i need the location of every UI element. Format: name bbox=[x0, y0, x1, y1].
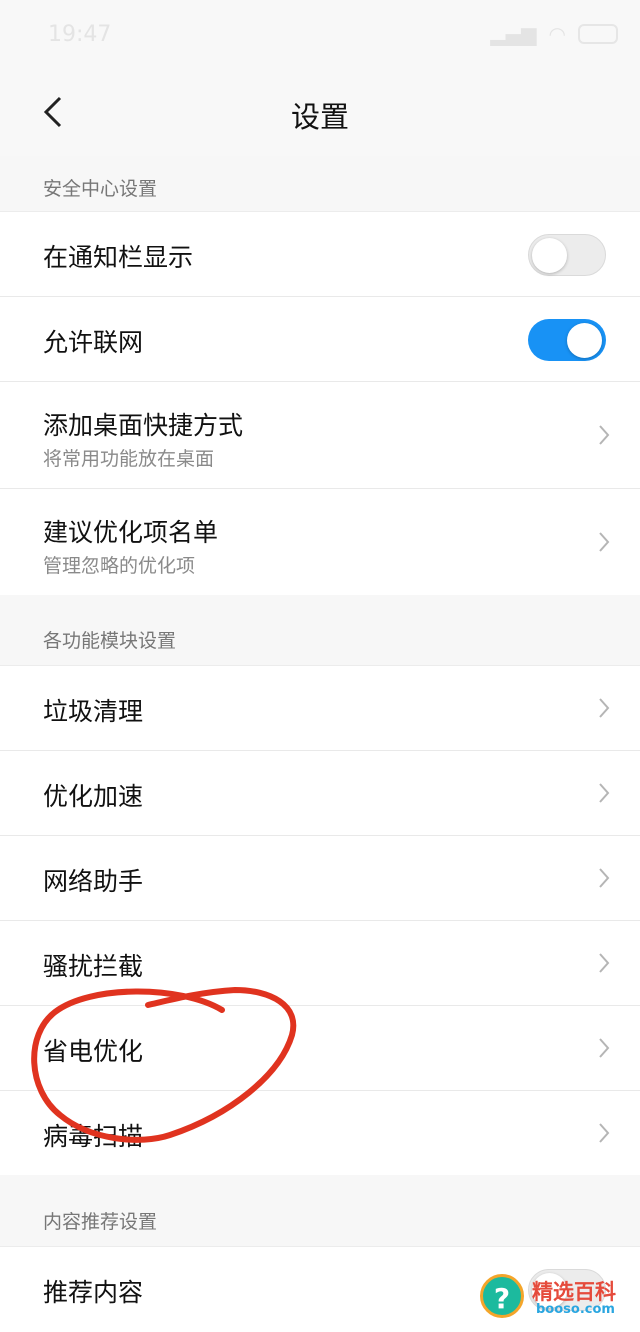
row-label: 省电优化 bbox=[43, 1037, 144, 1066]
network-toggle[interactable] bbox=[528, 319, 606, 361]
row-label: 优化加速 bbox=[43, 782, 144, 811]
chevron-right-icon bbox=[599, 425, 610, 445]
row-battery-saver[interactable]: 省电优化 bbox=[0, 1005, 640, 1090]
row-virus-scan[interactable]: 病毒扫描 bbox=[0, 1090, 640, 1175]
watermark-logo: ? 精选百科 booso.com bbox=[480, 1270, 630, 1322]
watermark-domain: booso.com bbox=[536, 1302, 615, 1317]
row-speed-boost[interactable]: 优化加速 bbox=[0, 750, 640, 835]
row-spam-blocker[interactable]: 骚扰拦截 bbox=[0, 920, 640, 1005]
row-label: 推荐内容 bbox=[43, 1278, 144, 1307]
row-add-shortcut[interactable]: 添加桌面快捷方式 将常用功能放在桌面 bbox=[0, 381, 640, 488]
row-label: 垃圾清理 bbox=[43, 697, 144, 726]
header: 设置 bbox=[0, 68, 640, 156]
chevron-right-icon bbox=[599, 783, 610, 803]
notification-toggle[interactable] bbox=[528, 234, 606, 276]
chevron-right-icon bbox=[599, 1038, 610, 1058]
chevron-right-icon bbox=[599, 953, 610, 973]
section-title-content: 内容推荐设置 bbox=[43, 1211, 158, 1233]
row-label: 病毒扫描 bbox=[43, 1122, 144, 1151]
row-junk-cleaner[interactable]: 垃圾清理 bbox=[0, 665, 640, 750]
status-time: 19:47 bbox=[48, 22, 112, 47]
wifi-icon: ◠ bbox=[548, 22, 566, 46]
toggle-knob bbox=[532, 238, 567, 273]
question-icon: ? bbox=[480, 1274, 524, 1318]
row-label: 骚扰拦截 bbox=[43, 952, 144, 981]
battery-icon bbox=[578, 24, 618, 44]
row-label: 添加桌面快捷方式 bbox=[43, 411, 244, 440]
row-allow-network[interactable]: 允许联网 bbox=[0, 296, 640, 381]
row-label: 网络助手 bbox=[43, 867, 144, 896]
row-subtitle: 将常用功能放在桌面 bbox=[43, 448, 215, 470]
section-title-modules: 各功能模块设置 bbox=[43, 630, 177, 652]
row-label: 建议优化项名单 bbox=[43, 518, 219, 547]
status-icons: ▂▄▆ ◠ bbox=[490, 22, 618, 46]
chevron-right-icon bbox=[599, 698, 610, 718]
row-subtitle: 管理忽略的优化项 bbox=[43, 555, 196, 577]
row-label: 允许联网 bbox=[43, 328, 144, 357]
section-title-security: 安全中心设置 bbox=[43, 178, 158, 200]
row-network-assistant[interactable]: 网络助手 bbox=[0, 835, 640, 920]
chevron-right-icon bbox=[599, 1123, 610, 1143]
status-bar: 19:47 ▂▄▆ ◠ bbox=[0, 0, 640, 68]
settings-group-modules: 垃圾清理 优化加速 网络助手 骚扰拦截 省电优化 病毒扫描 bbox=[0, 665, 640, 1175]
row-label: 在通知栏显示 bbox=[43, 243, 194, 272]
chevron-right-icon bbox=[599, 868, 610, 888]
chevron-right-icon bbox=[599, 532, 610, 552]
toggle-knob bbox=[567, 323, 602, 358]
row-show-in-notification[interactable]: 在通知栏显示 bbox=[0, 211, 640, 296]
page-title: 设置 bbox=[290, 100, 349, 134]
signal-icon: ▂▄▆ bbox=[490, 22, 537, 46]
settings-group-security: 在通知栏显示 允许联网 添加桌面快捷方式 将常用功能放在桌面 建议优化项名单 管… bbox=[0, 211, 640, 595]
row-optimization-list[interactable]: 建议优化项名单 管理忽略的优化项 bbox=[0, 488, 640, 595]
